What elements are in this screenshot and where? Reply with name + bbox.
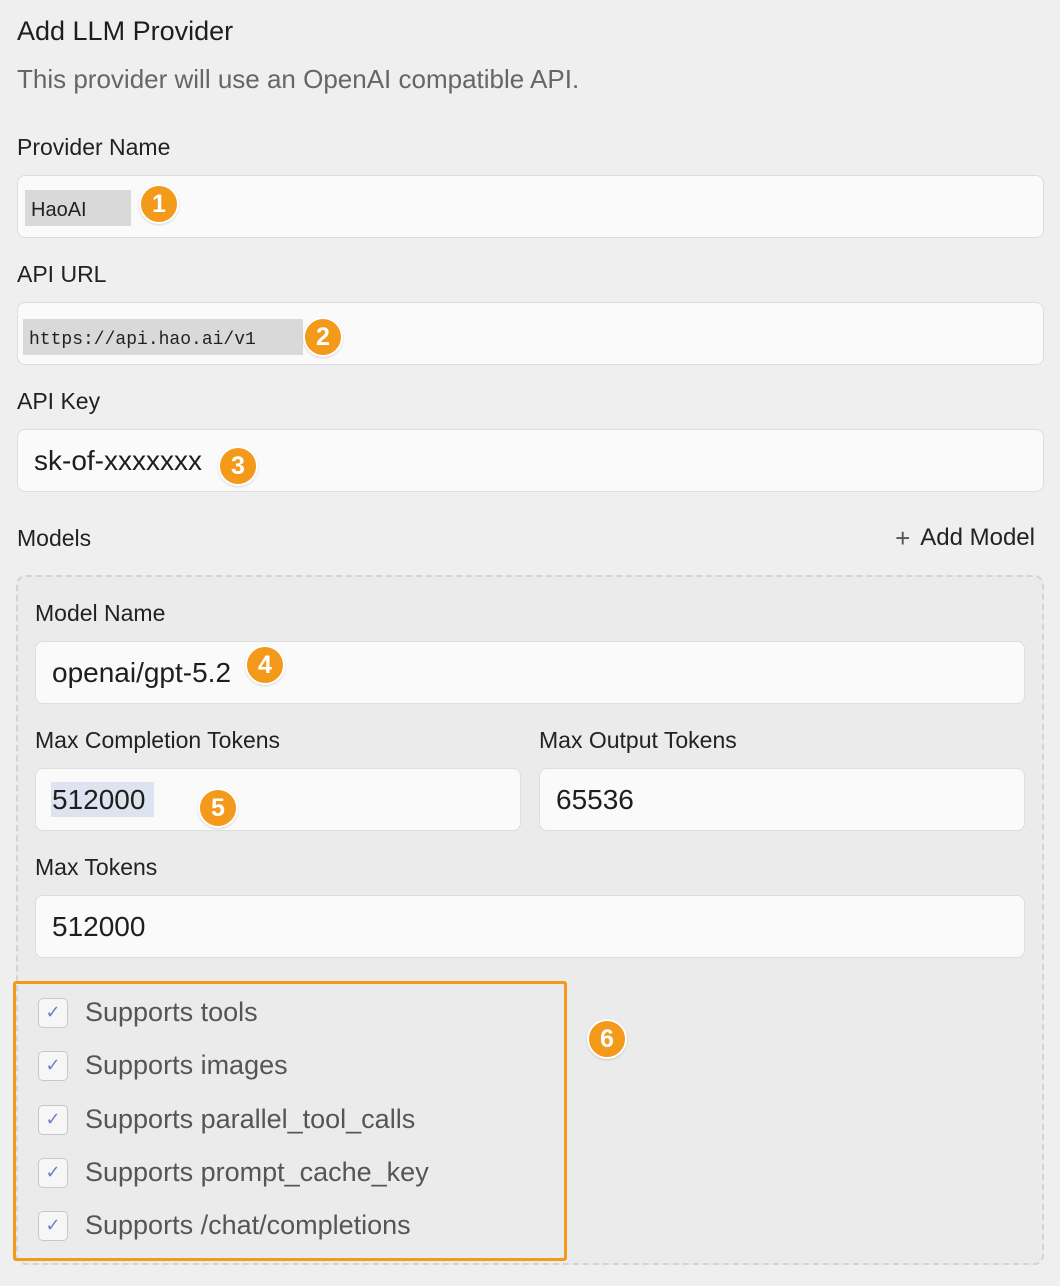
add-model-label: Add Model — [920, 524, 1035, 551]
max-completion-tokens-input[interactable]: 512000 — [35, 768, 521, 831]
provider-name-value: HaoAI — [31, 199, 87, 221]
supports-chat-completions-row[interactable]: ✓ Supports /chat/completions — [38, 1210, 411, 1241]
supports-images-label: Supports images — [85, 1050, 288, 1080]
supports-parallel-tool-calls-label: Supports parallel_tool_calls — [85, 1104, 416, 1134]
checkbox-supports-images[interactable]: ✓ — [38, 1050, 68, 1081]
max-output-tokens-label: Max Output Tokens — [539, 727, 737, 753]
max-tokens-value: 512000 — [52, 911, 146, 942]
max-tokens-input[interactable]: 512000 — [35, 895, 1025, 958]
api-url-input[interactable]: https://api.hao.ai/v1 — [17, 302, 1044, 365]
checkbox-supports-prompt-cache-key[interactable]: ✓ — [38, 1157, 68, 1188]
max-tokens-label: Max Tokens — [35, 854, 158, 880]
dialog-title: Add LLM Provider — [17, 16, 234, 46]
checkmark-icon: ✓ — [45, 1002, 61, 1022]
supports-tools-label: Supports tools — [85, 997, 258, 1027]
supports-parallel-tool-calls-row[interactable]: ✓ Supports parallel_tool_calls — [38, 1104, 415, 1135]
annotation-badge-6: 6 — [587, 1019, 627, 1059]
max-completion-tokens-value: 512000 — [52, 784, 146, 815]
model-name-value: openai/gpt-5.2 — [52, 657, 232, 688]
checkmark-icon: ✓ — [45, 1055, 61, 1075]
annotation-badge-2: 2 — [303, 317, 343, 357]
add-model-button[interactable]: + Add Model — [895, 524, 1035, 552]
supports-prompt-cache-key-row[interactable]: ✓ Supports prompt_cache_key — [38, 1157, 429, 1188]
max-output-tokens-input[interactable]: 65536 — [539, 768, 1025, 831]
annotation-badge-5: 5 — [198, 788, 238, 828]
supports-chat-completions-label: Supports /chat/completions — [85, 1210, 411, 1240]
checkbox-supports-parallel-tool-calls[interactable]: ✓ — [38, 1104, 68, 1135]
checkbox-supports-chat-completions[interactable]: ✓ — [38, 1210, 68, 1241]
checkbox-supports-tools[interactable]: ✓ — [38, 997, 68, 1028]
api-url-value: https://api.hao.ai/v1 — [29, 330, 256, 350]
checkmark-icon: ✓ — [45, 1109, 61, 1129]
model-name-input[interactable]: openai/gpt-5.2 — [35, 641, 1025, 704]
max-completion-tokens-label: Max Completion Tokens — [35, 727, 281, 753]
provider-name-label: Provider Name — [17, 134, 171, 160]
api-key-label: API Key — [17, 388, 101, 414]
checkmark-icon: ✓ — [45, 1215, 61, 1235]
checkmark-icon: ✓ — [45, 1162, 61, 1182]
supports-images-row[interactable]: ✓ Supports images — [38, 1050, 288, 1081]
annotation-badge-3: 3 — [218, 446, 258, 486]
models-label: Models — [17, 525, 92, 551]
supports-tools-row[interactable]: ✓ Supports tools — [38, 997, 258, 1028]
max-output-tokens-value: 65536 — [556, 784, 634, 815]
api-key-input[interactable]: sk-of-xxxxxxx — [17, 429, 1044, 492]
dialog-subtitle: This provider will use an OpenAI compati… — [17, 64, 580, 94]
api-url-label: API URL — [17, 261, 107, 287]
plus-icon: + — [895, 523, 911, 553]
supports-prompt-cache-key-label: Supports prompt_cache_key — [85, 1157, 429, 1187]
api-key-value: sk-of-xxxxxxx — [34, 445, 202, 476]
annotation-badge-1: 1 — [139, 184, 179, 224]
model-name-label: Model Name — [35, 600, 166, 626]
annotation-badge-4: 4 — [245, 645, 285, 685]
